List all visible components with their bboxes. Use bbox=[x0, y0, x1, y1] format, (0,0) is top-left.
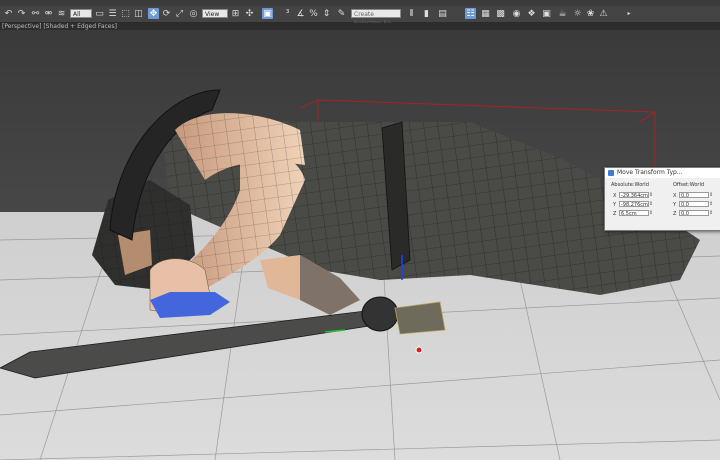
warning-icon[interactable]: ⚠ bbox=[598, 8, 609, 19]
move-transform-type-in-dialog[interactable]: Move Transform Typ... Absolute:World Off… bbox=[604, 167, 720, 231]
spinner-icon[interactable]: ⇕ bbox=[649, 210, 654, 216]
pivot-icon[interactable]: ⊞ bbox=[230, 8, 241, 19]
offset-y-row: Y 0.0 ⇕ bbox=[673, 201, 714, 208]
spinner-icon[interactable]: ⇕ bbox=[709, 192, 714, 198]
absolute-y-field[interactable]: -98.276cm bbox=[619, 201, 649, 208]
render-iterative-icon[interactable]: ☼ bbox=[572, 8, 583, 19]
dialog-title: Move Transform Typ... bbox=[617, 169, 683, 176]
offset-x-field[interactable]: 0.0 bbox=[679, 192, 709, 199]
rect-select-icon[interactable]: ⬚ bbox=[120, 8, 131, 19]
mirror-icon[interactable]: ⫴ bbox=[406, 8, 417, 19]
rendered-frame-icon[interactable]: ▣ bbox=[541, 8, 552, 19]
katana-guard bbox=[361, 296, 399, 332]
manipulate-icon[interactable]: ✣ bbox=[244, 8, 255, 19]
perspective-viewport[interactable] bbox=[0, 30, 720, 460]
app-icon bbox=[608, 170, 614, 176]
bind-icon[interactable]: ≋ bbox=[56, 8, 67, 19]
absolute-world-group-label: Absolute:World bbox=[611, 182, 649, 188]
activeshade-icon[interactable]: ❀ bbox=[585, 8, 596, 19]
offset-world-group-label: Offset:World bbox=[673, 182, 705, 188]
spinner-snap-icon[interactable]: ⇕ bbox=[321, 8, 332, 19]
absolute-y-row: Y -98.276cm⇕ bbox=[613, 201, 654, 208]
angle-snap-icon[interactable]: ∡ bbox=[295, 8, 306, 19]
render-icon[interactable]: ☕ bbox=[557, 8, 568, 19]
absolute-z-row: Z 6.5cm ⇕ bbox=[613, 210, 654, 217]
percent-snap-icon[interactable]: % bbox=[308, 8, 319, 19]
viewport-scene bbox=[0, 30, 720, 460]
offset-x-row: X 0.0 ⇕ bbox=[673, 192, 714, 199]
render-setup-icon[interactable]: ❖ bbox=[526, 8, 537, 19]
link-icon[interactable]: ⚯ bbox=[30, 8, 41, 19]
select-icon[interactable]: ▭ bbox=[94, 8, 105, 19]
absolute-z-field[interactable]: 6.5cm bbox=[619, 210, 649, 217]
placement-icon[interactable]: ◎ bbox=[188, 8, 199, 19]
keyboard-shortcut-icon[interactable]: ▣ bbox=[262, 8, 273, 19]
main-toolbar: ↶ ↷ ⚯ ⚮ ≋ All ▭ ☰ ⬚ ◫ ✥ ⟳ ⤢ ◎ View ⊞ ✣ ▣… bbox=[0, 6, 720, 27]
spinner-icon[interactable]: ⇕ bbox=[709, 210, 714, 216]
offset-z-row: Z 0.0 ⇕ bbox=[673, 210, 714, 217]
katana-handle bbox=[394, 301, 446, 335]
spinner-icon[interactable]: ⇕ bbox=[649, 201, 654, 207]
offset-z-field[interactable]: 0.0 bbox=[679, 210, 709, 217]
absolute-x-row: X -29.364cm⇕ bbox=[613, 192, 654, 199]
window-crossing-icon[interactable]: ◫ bbox=[133, 8, 144, 19]
reference-coordinate-dropdown[interactable]: View bbox=[202, 9, 228, 18]
move-icon[interactable]: ✥ bbox=[148, 8, 159, 19]
gizmo-pivot-point bbox=[415, 346, 423, 354]
schematic-view-icon[interactable]: ▩ bbox=[495, 8, 506, 19]
curve-editor-icon[interactable]: ▦ bbox=[480, 8, 491, 19]
scale-icon[interactable]: ⤢ bbox=[174, 8, 185, 19]
snap-icon[interactable]: ³ bbox=[282, 8, 293, 19]
selection-filter-dropdown[interactable]: All bbox=[70, 9, 92, 18]
rotate-icon[interactable]: ⟳ bbox=[161, 8, 172, 19]
spinner-icon[interactable]: ⇕ bbox=[649, 192, 654, 198]
undo-icon[interactable]: ↶ bbox=[3, 8, 14, 19]
viewport-label[interactable]: [Perspective] [Shaded + Edged Faces] bbox=[2, 23, 117, 30]
viewport-header: [Perspective] [Shaded + Edged Faces] bbox=[0, 23, 720, 30]
dialog-title-bar[interactable]: Move Transform Typ... bbox=[605, 168, 720, 178]
extra-toolbar-icon[interactable]: ▸ bbox=[622, 8, 636, 19]
named-selection-dropdown[interactable]: Create Selection Se bbox=[351, 9, 401, 27]
select-by-name-icon[interactable]: ☰ bbox=[107, 8, 118, 19]
layer-icon[interactable]: ▤ bbox=[437, 8, 448, 19]
redo-icon[interactable]: ↷ bbox=[16, 8, 27, 19]
scene-explorer-icon[interactable]: ☷ bbox=[465, 8, 476, 19]
material-editor-icon[interactable]: ◉ bbox=[511, 8, 522, 19]
absolute-x-field[interactable]: -29.364cm bbox=[619, 192, 649, 199]
edit-named-selection-icon[interactable]: ✎ bbox=[336, 8, 347, 19]
offset-y-field[interactable]: 0.0 bbox=[679, 201, 709, 208]
unlink-icon[interactable]: ⚮ bbox=[43, 8, 54, 19]
spinner-icon[interactable]: ⇕ bbox=[709, 201, 714, 207]
align-icon[interactable]: ▮ bbox=[421, 8, 432, 19]
